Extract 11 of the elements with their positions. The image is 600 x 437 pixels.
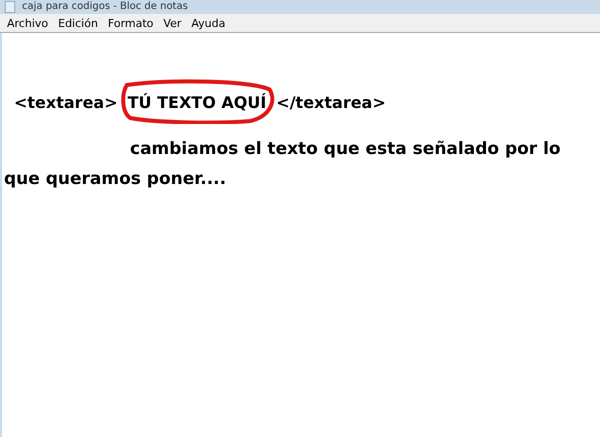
menu-item[interactable]: Ver [158, 16, 186, 30]
placeholder-text: TÚ TEXTO AQUÍ [128, 93, 266, 112]
code-tag: </textarea> [276, 93, 386, 112]
note-text: cambiamos el texto que esta señalado por lo que queramos poner.... [4, 138, 562, 191]
text-editor[interactable]: <textarea> TÚ TEXTO AQUÍ </textarea> cambiamos el texto que esta señalado por lo que queramos poner.... [0, 33, 600, 437]
window-title: caja para codigos - Bloc de notas [22, 1, 188, 13]
code-tag: <textarea> [14, 93, 118, 112]
menu-item[interactable]: Ayuda [186, 16, 230, 30]
menu-item[interactable]: Archivo [2, 16, 54, 30]
menu-item[interactable]: Edición [53, 16, 103, 30]
menu-item[interactable]: Formato [102, 16, 158, 30]
